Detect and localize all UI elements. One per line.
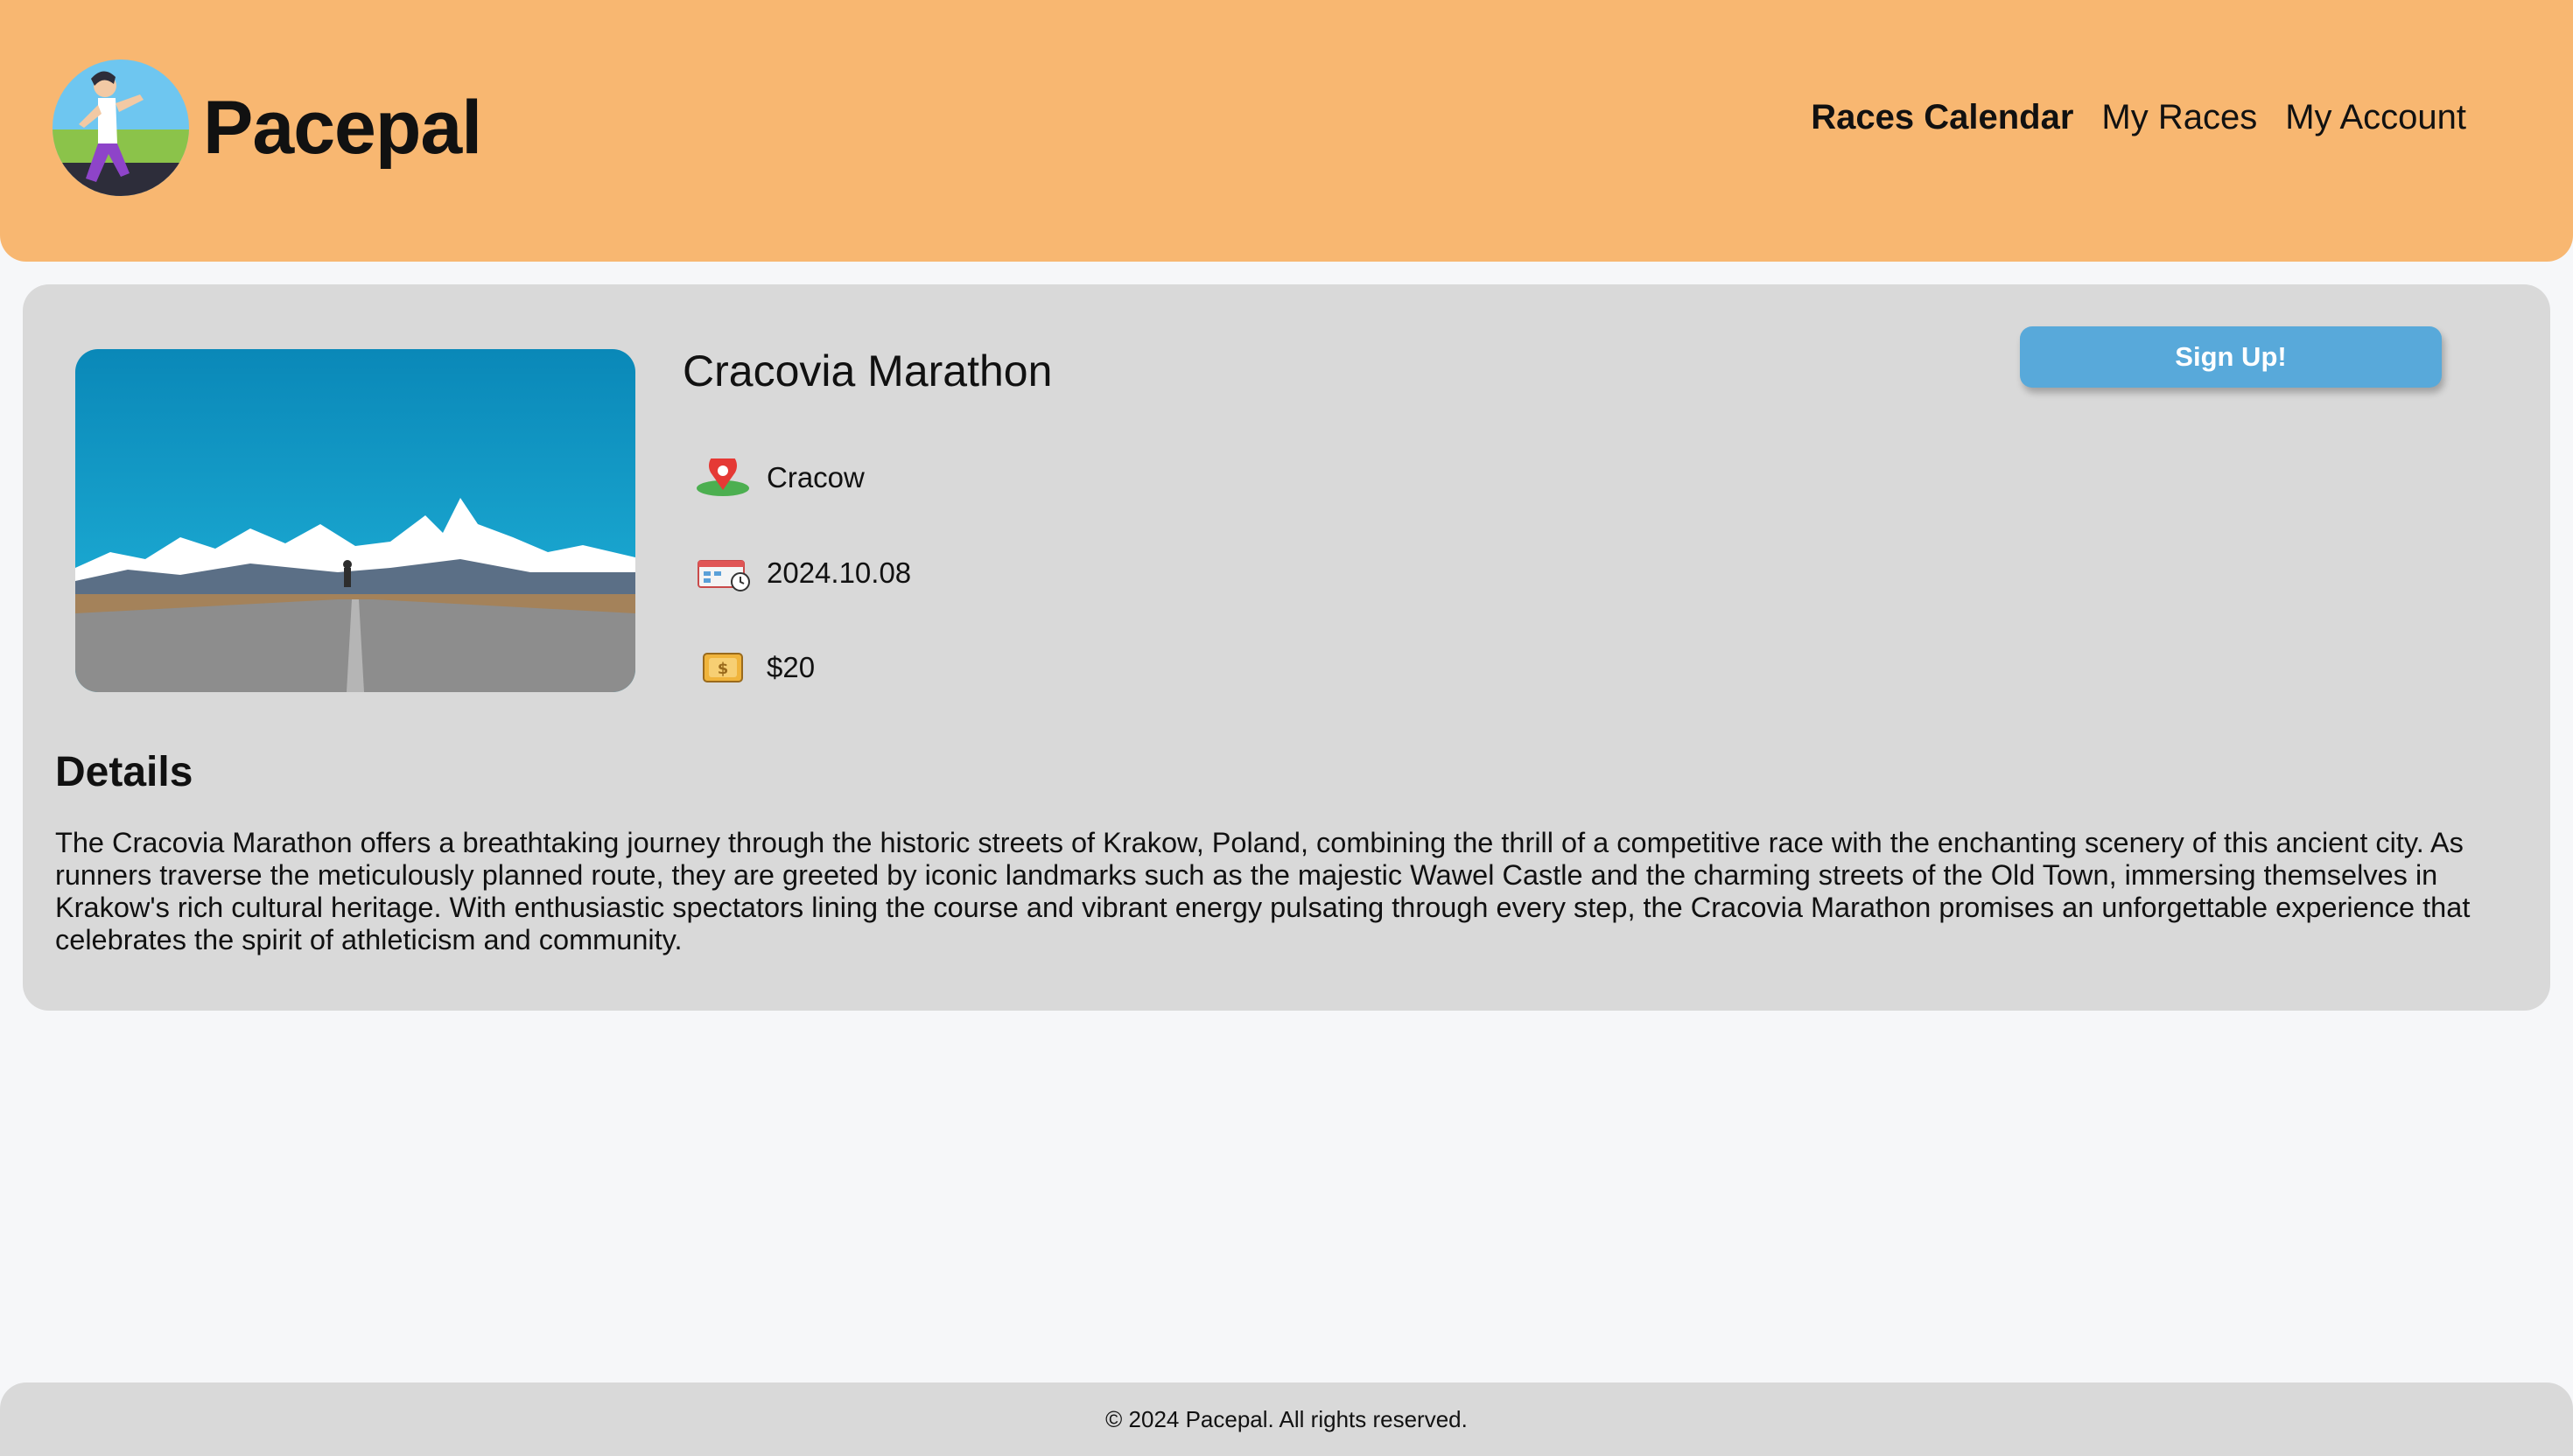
brand-name: Pacepal bbox=[203, 85, 482, 170]
details-heading: Details bbox=[55, 749, 193, 795]
svg-text:$: $ bbox=[718, 660, 729, 678]
nav-my-races[interactable]: My Races bbox=[2101, 98, 2257, 137]
money-icon: $ bbox=[695, 648, 751, 687]
details-description: The Cracovia Marathon offers a breathtak… bbox=[55, 827, 2471, 956]
race-date-text: 2024.10.08 bbox=[767, 556, 912, 589]
copyright-text: © 2024 Pacepal. All rights reserved. bbox=[1105, 1405, 1468, 1432]
race-price-text: $20 bbox=[767, 651, 816, 683]
race-title: Cracovia Marathon bbox=[683, 346, 1053, 396]
logo-link[interactable]: Pacepal bbox=[53, 60, 482, 196]
race-date: 2024.10.08 bbox=[695, 554, 911, 592]
race-price: $ $20 bbox=[695, 648, 815, 687]
site-header: Pacepal Races Calendar My Races My Accou… bbox=[0, 0, 2573, 262]
race-detail-card: Cracovia Marathon Cracow 2024.10.08 $ $2… bbox=[23, 284, 2550, 1011]
mountain-road-runner-photo bbox=[75, 349, 635, 692]
runner-logo-icon bbox=[53, 60, 189, 196]
race-location: Cracow bbox=[695, 458, 865, 497]
nav-races-calendar[interactable]: Races Calendar bbox=[1811, 98, 2073, 137]
calendar-clock-icon bbox=[695, 554, 751, 592]
sign-up-button[interactable]: Sign Up! bbox=[2020, 326, 2442, 388]
site-footer: © 2024 Pacepal. All rights reserved. bbox=[0, 1382, 2573, 1456]
main-nav: Races Calendar My Races My Account bbox=[1811, 98, 2466, 137]
map-pin-icon bbox=[695, 458, 751, 497]
race-location-text: Cracow bbox=[767, 461, 865, 494]
nav-my-account[interactable]: My Account bbox=[2285, 98, 2466, 137]
